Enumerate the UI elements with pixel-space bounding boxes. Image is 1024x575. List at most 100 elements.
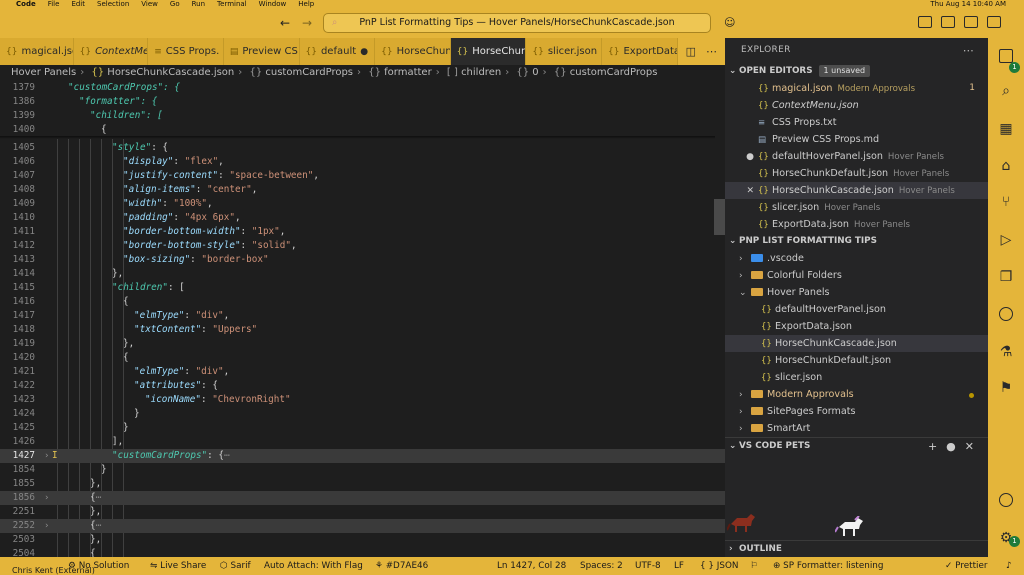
code-line[interactable]: 2252 › {⋯ [0, 519, 725, 533]
breadcrumb-symbol[interactable]: customCardProps [265, 67, 353, 78]
menu-app-name[interactable]: Code [16, 0, 36, 9]
source-control-icon[interactable]: ⑂ [997, 193, 1015, 211]
fold-chevron-icon[interactable]: › [44, 491, 49, 505]
code-line[interactable]: 1420 { [0, 351, 725, 365]
menu-edit[interactable]: Edit [71, 0, 85, 9]
breadcrumb-symbol[interactable]: children [461, 67, 501, 78]
live-share-button[interactable]: ⇋ Live Share [150, 557, 206, 575]
code-line[interactable]: 1416 { [0, 295, 725, 309]
code-line[interactable]: 1418 "txtContent": "Uppers" [0, 323, 725, 337]
unsaved-dot-icon[interactable]: ● [725, 149, 758, 166]
code-line[interactable]: 1411 "border-bottom-width": "1px", [0, 225, 725, 239]
open-editor-item[interactable]: {} HorseChunkDefault.json Hover Panels [725, 165, 988, 182]
open-editor-item[interactable]: ≡ CSS Props.txt [725, 114, 988, 131]
code-line[interactable]: 2504 { [0, 547, 725, 557]
code-line[interactable]: 1415 "children": [ [0, 281, 725, 295]
tab-exportdata-json[interactable]: {} ExportData [602, 38, 678, 65]
menubar-clock[interactable]: Thu Aug 14 10:40 AM [930, 0, 1006, 9]
open-editors-section[interactable]: ⌄ OPEN EDITORS 1 unsaved [725, 63, 988, 80]
breadcrumb-file[interactable]: HorseChunkCascade.json [107, 67, 234, 78]
sp-formatter-status[interactable]: ⊕ SP Formatter: listening [773, 557, 883, 575]
pets-section[interactable]: ⌄ VS CODE PETS + ● ✕ [725, 437, 988, 454]
solution-status[interactable]: ⚙ No Solution [68, 557, 129, 575]
forward-arrow-icon[interactable]: → [302, 16, 312, 30]
copilot-icon[interactable]: ☺ [724, 16, 735, 29]
code-line[interactable]: 1426], [0, 435, 725, 449]
code-line[interactable]: 1417 "elmType": "div", [0, 309, 725, 323]
folded-ellipsis-icon[interactable]: ⋯ [96, 492, 102, 503]
accounts-icon[interactable] [997, 491, 1015, 509]
code-line[interactable]: 1423 "iconName": "ChevronRight" [0, 393, 725, 407]
back-arrow-icon[interactable]: ← [280, 16, 290, 30]
code-line[interactable]: 1856 › {⋯ [0, 491, 725, 505]
menu-view[interactable]: View [141, 0, 158, 9]
folder-item[interactable]: › .vscode [725, 250, 988, 267]
folder-item[interactable]: ⌄ Hover Panels [725, 284, 988, 301]
encoding-status[interactable]: UTF-8 [635, 557, 661, 575]
tab-css-props-txt[interactable]: ≡ CSS Props. [148, 38, 224, 65]
code-line[interactable]: 1408 "align-items": "center", [0, 183, 725, 197]
open-editor-item[interactable]: ▤ Preview CSS Props.md [725, 131, 988, 148]
code-line[interactable]: 1424} [0, 407, 725, 421]
code-line[interactable]: 1413 "box-sizing": "border-box" [0, 253, 725, 267]
sarif-button[interactable]: ⬡ Sarif [220, 557, 251, 575]
tab-horsechunkdefault-json[interactable]: {} HorseChun [375, 38, 451, 65]
code-line[interactable]: 1854} [0, 463, 725, 477]
folder-item[interactable]: › Modern Approvals [725, 386, 988, 403]
breadcrumb-folder[interactable]: Hover Panels [11, 67, 76, 78]
open-editor-item[interactable]: {} magical.json Modern Approvals 1 [725, 80, 988, 97]
brown-horse-pet-icon[interactable] [727, 512, 757, 536]
more-actions-icon[interactable]: ⋯ [706, 45, 717, 58]
tab-contextmenu-json[interactable]: {} ContextMe [73, 38, 149, 65]
folder-item[interactable]: › SmartArt [725, 420, 988, 437]
code-line[interactable]: 1422 "attributes": { [0, 379, 725, 393]
menu-selection[interactable]: Selection [97, 0, 129, 9]
menu-file[interactable]: File [48, 0, 60, 9]
command-center[interactable]: ⌕ PnP List Formatting Tips — Hover Panel… [323, 13, 711, 33]
workspace-section[interactable]: ⌄ PNP LIST FORMATTING TIPS [725, 233, 988, 250]
file-item[interactable]: {} ExportData.json [725, 318, 988, 335]
breadcrumb-symbol[interactable]: customCardProps [570, 67, 658, 78]
code-line[interactable]: 1407 "justify-content": "space-between", [0, 169, 725, 183]
close-icon[interactable]: ✕ [725, 183, 758, 200]
language-mode[interactable]: { } JSON [700, 557, 738, 575]
folder-item[interactable]: › SitePages Formats [725, 403, 988, 420]
tab-slicer-json[interactable]: {} slicer.json [526, 38, 602, 65]
code-line[interactable]: 1855}, [0, 477, 725, 491]
toggle-secondary-sidebar-icon[interactable] [964, 16, 978, 28]
menu-go[interactable]: Go [170, 0, 180, 9]
tab-defaulthoverpanel-json[interactable]: {} default ● [299, 38, 376, 65]
code-line[interactable]: 1421 "elmType": "div", [0, 365, 725, 379]
sticky-scroll-line[interactable]: 1400 { [0, 123, 725, 137]
open-editor-item[interactable]: {} ContextMenu.json [725, 97, 988, 114]
open-editor-item[interactable]: ✕{} HorseChunkCascade.json Hover Panels [725, 182, 988, 199]
code-line[interactable]: 1409 "width": "100%", [0, 197, 725, 211]
bookmark-icon[interactable]: ⚑ [997, 379, 1015, 397]
edge-devtools-icon[interactable] [997, 305, 1015, 323]
open-editor-item[interactable]: ●{} defaultHoverPanel.json Hover Panels [725, 148, 988, 165]
editor-scrollbar[interactable] [714, 199, 725, 235]
white-horse-pet-icon[interactable] [835, 516, 865, 538]
bell-icon[interactable]: ⚐ [750, 557, 758, 575]
code-editor[interactable]: 1379 "customCardProps": {1386 "formatter":… [0, 81, 725, 557]
ball-icon[interactable]: ● [946, 438, 956, 455]
eol-status[interactable]: LF [674, 557, 684, 575]
run-debug-icon[interactable]: ▷ [997, 231, 1015, 249]
code-line[interactable]: 1405 "style": { [0, 141, 725, 155]
tab-magical-json[interactable]: {}magical.json [0, 38, 74, 65]
code-line[interactable]: 1425} [0, 421, 725, 435]
sticky-scroll-line[interactable]: 1399 "children": [ [0, 109, 725, 123]
split-editor-icon[interactable]: ◫ [686, 45, 696, 58]
code-line[interactable]: 1410 "padding": "4px 6px", [0, 211, 725, 225]
file-item[interactable]: {} slicer.json [725, 369, 988, 386]
customize-layout-icon[interactable] [987, 16, 1001, 28]
tab-horsechunkcascade-json[interactable]: {} HorseChun [450, 38, 527, 65]
code-line[interactable]: 1414}, [0, 267, 725, 281]
add-pet-icon[interactable]: + [928, 438, 937, 455]
menu-terminal[interactable]: Terminal [217, 0, 247, 9]
remote-explorer-icon[interactable]: ⌂ [997, 157, 1015, 175]
menu-run[interactable]: Run [192, 0, 205, 9]
unsaved-dot-icon[interactable]: ● [360, 47, 368, 57]
cursor-position[interactable]: Ln 1427, Col 28 [497, 557, 566, 575]
notifications-bell-icon[interactable]: ♪ [1006, 557, 1012, 575]
